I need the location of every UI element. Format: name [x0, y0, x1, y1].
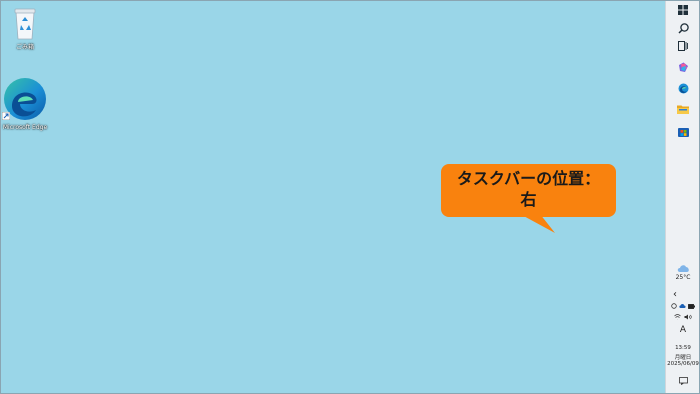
- clock-time[interactable]: 13:59: [666, 345, 700, 351]
- cloud-icon: [677, 265, 689, 272]
- tray-icons-row-1: [666, 302, 700, 310]
- battery-icon[interactable]: [688, 303, 695, 309]
- clock-day[interactable]: 月曜日: [666, 353, 700, 361]
- copilot-button[interactable]: [666, 60, 700, 74]
- refresh-icon[interactable]: [671, 303, 677, 309]
- callout-line-1: タスクバーの位置：: [456, 169, 601, 188]
- copilot-icon: [678, 62, 688, 72]
- windows-start-icon: [678, 5, 688, 15]
- file-explorer-icon: [677, 105, 689, 114]
- ime-indicator[interactable]: A: [666, 325, 700, 335]
- task-view-icon: [678, 41, 688, 51]
- start-button[interactable]: [666, 4, 700, 16]
- taskbar: 25°C ‹ A 13:59 月曜日 2025/06/09: [665, 0, 700, 394]
- file-explorer-button[interactable]: [666, 102, 700, 116]
- weather-temp: 25°C: [675, 274, 691, 281]
- volume-icon[interactable]: [684, 314, 692, 320]
- callout-text: タスクバーの位置： 右: [441, 168, 616, 210]
- tray-overflow-button[interactable]: ‹: [658, 289, 692, 300]
- store-button[interactable]: [666, 124, 700, 138]
- callout-line-2: 右: [520, 190, 537, 209]
- edge-icon: [678, 83, 688, 93]
- search-icon: [677, 22, 689, 34]
- clock-date[interactable]: 2025/06/09: [666, 361, 700, 367]
- onedrive-icon[interactable]: [679, 303, 686, 309]
- weather-widget[interactable]: [666, 262, 700, 274]
- wifi-icon[interactable]: [674, 314, 681, 320]
- tray-icons-row-2: [666, 313, 700, 321]
- notification-icon: [678, 377, 688, 385]
- notification-button[interactable]: [666, 376, 700, 386]
- edge-taskbar-button[interactable]: [666, 81, 700, 95]
- search-button[interactable]: [666, 21, 700, 35]
- task-view-button[interactable]: [666, 40, 700, 52]
- store-icon: [677, 127, 689, 137]
- desktop: ごみ箱 Microsoft Edge タスクバーの位置： 右: [0, 0, 666, 394]
